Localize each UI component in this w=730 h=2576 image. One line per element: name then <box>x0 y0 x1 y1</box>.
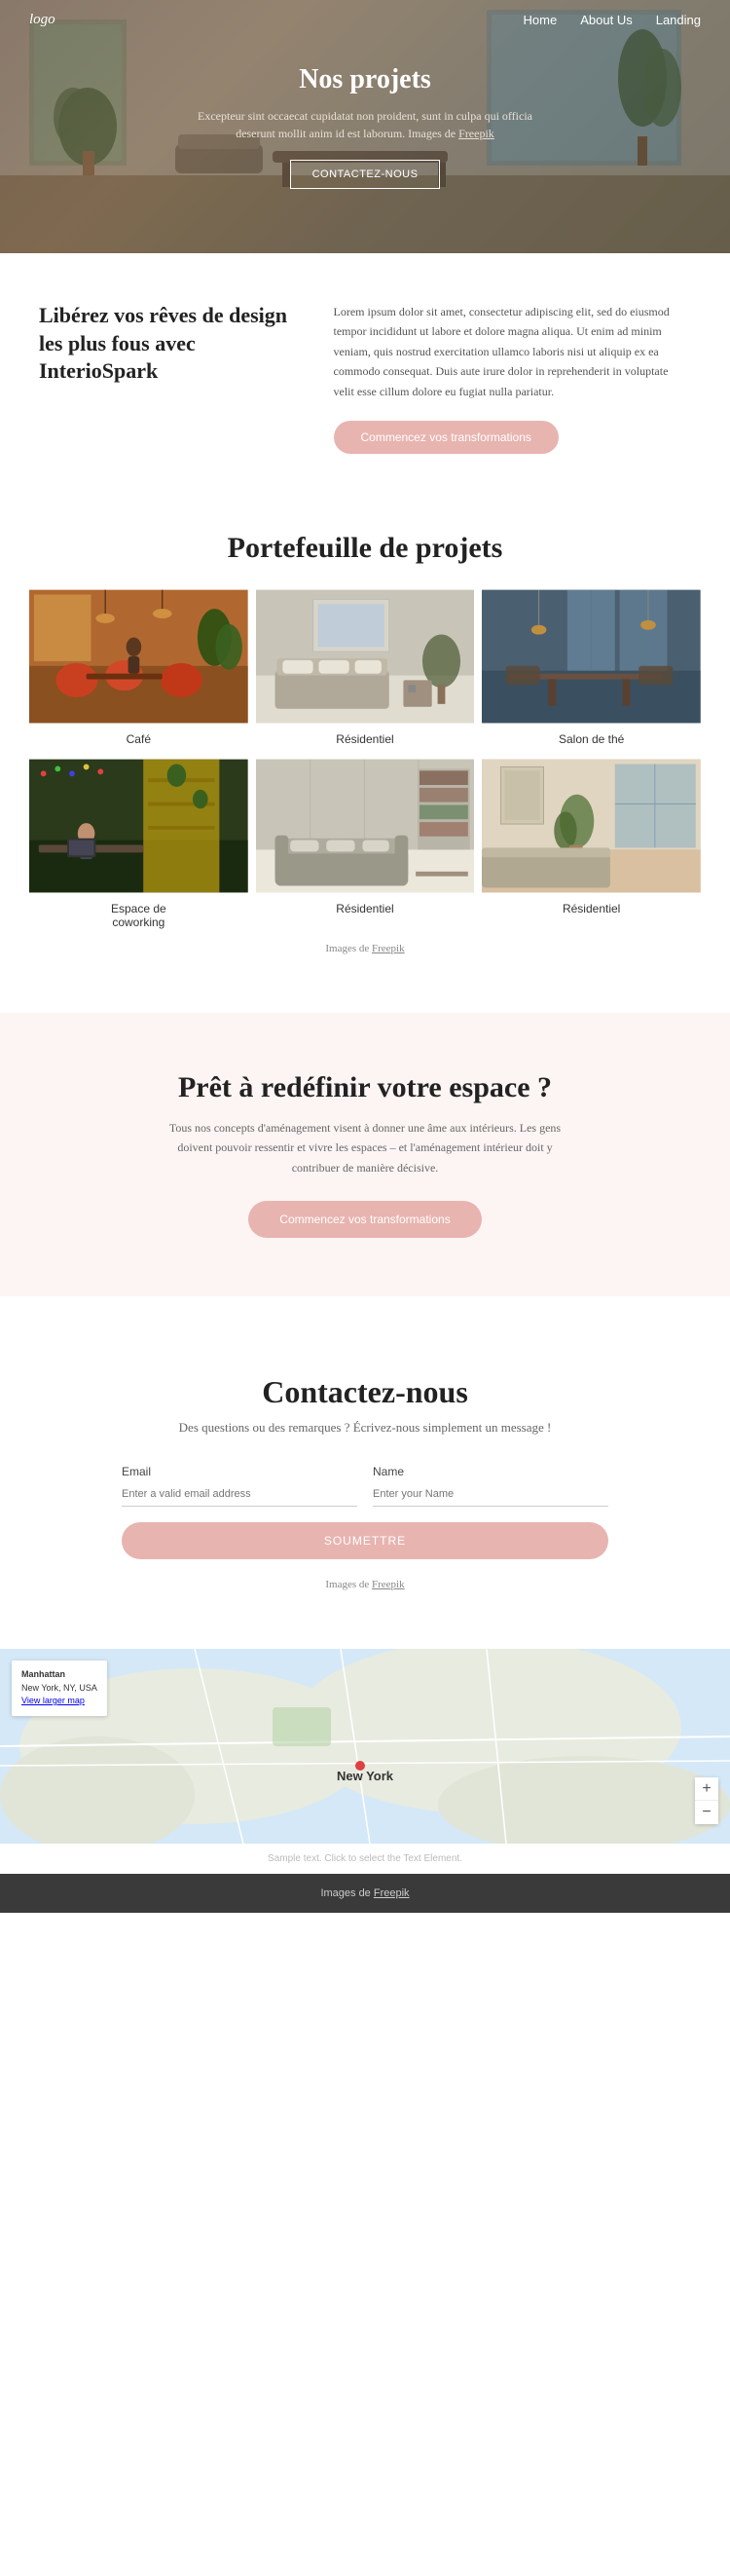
email-field-wrapper: Email <box>122 1465 357 1507</box>
hero-section: logo Home About Us Landing <box>0 0 730 253</box>
footer-sample-text[interactable]: Sample text. Click to select the Text El… <box>0 1844 730 1874</box>
portfolio-label-residential1: Résidentiel <box>256 725 475 750</box>
name-label: Name <box>373 1465 608 1478</box>
about-heading-block: Libérez vos rêves de design les plus fou… <box>39 302 295 386</box>
portfolio-label-coworking: Espace decoworking <box>29 894 248 933</box>
map-address: New York, NY, USA <box>21 1683 97 1693</box>
portfolio-item-residential3[interactable]: Résidentiel <box>482 758 701 933</box>
contact-title: Contactez-nous <box>39 1374 691 1410</box>
submit-button[interactable]: SOUMETTRE <box>122 1522 608 1559</box>
hero-freepik-link[interactable]: Freepik <box>458 127 494 140</box>
nav-about[interactable]: About Us <box>580 13 632 27</box>
portfolio-item-cafe[interactable]: Café <box>29 588 248 750</box>
logo: logo <box>29 12 55 28</box>
map-zoom-in[interactable]: + <box>695 1777 718 1801</box>
ready-cta-button[interactable]: Commencez vos transformations <box>248 1201 481 1238</box>
portfolio-label-salon: Salon de thé <box>482 725 701 750</box>
residential3-image <box>482 758 701 894</box>
nav-landing[interactable]: Landing <box>656 13 701 27</box>
about-body-block: Lorem ipsum dolor sit amet, consectetur … <box>334 302 692 454</box>
portfolio-credit: Images de Freepik <box>29 943 701 954</box>
email-label: Email <box>122 1465 357 1478</box>
portfolio-label-cafe: Café <box>29 725 248 750</box>
portfolio-label-residential3: Résidentiel <box>482 894 701 919</box>
map-zoom-controls: + − <box>695 1777 718 1824</box>
footer-freepik-link[interactable]: Freepik <box>374 1887 410 1899</box>
hero-title: Nos projets <box>180 64 550 95</box>
contact-form: Email Name SOUMETTRE <box>122 1465 608 1559</box>
name-field-wrapper: Name <box>373 1465 608 1507</box>
about-body: Lorem ipsum dolor sit amet, consectetur … <box>334 302 692 401</box>
portfolio-freepik-link[interactable]: Freepik <box>372 943 405 954</box>
portfolio-title: Portefeuille de projets <box>29 532 701 565</box>
ready-title: Prêt à redéfinir votre espace ? <box>39 1071 691 1104</box>
nav-links: Home About Us Landing <box>524 13 701 27</box>
nav-home[interactable]: Home <box>524 13 558 27</box>
portfolio-grid: Café <box>29 588 701 933</box>
email-input[interactable] <box>122 1482 357 1507</box>
map-section: New York Manhattan New York, NY, USA Vie… <box>0 1649 730 1844</box>
about-cta-button[interactable]: Commencez vos transformations <box>334 421 559 454</box>
portfolio-label-residential2: Résidentiel <box>256 894 475 919</box>
hero-content: Nos projets Excepteur sint occaecat cupi… <box>141 64 589 189</box>
hero-description: Excepteur sint occaecat cupidatat non pr… <box>180 107 550 142</box>
map-info-box: Manhattan New York, NY, USA View larger … <box>12 1661 107 1716</box>
residential1-image <box>256 588 475 725</box>
cafe-image <box>29 588 248 725</box>
form-row-1: Email Name <box>122 1465 608 1507</box>
portfolio-item-residential2[interactable]: Résidentiel <box>256 758 475 933</box>
svg-text:New York: New York <box>337 1769 394 1783</box>
contact-section: Contactez-nous Des questions ou des rema… <box>0 1316 730 1649</box>
salon-image <box>482 588 701 725</box>
footer: Images de Freepik <box>0 1874 730 1913</box>
ready-section: Prêt à redéfinir votre espace ? Tous nos… <box>0 1013 730 1296</box>
contact-subtitle: Des questions ou des remarques ? Écrivez… <box>39 1420 691 1436</box>
portfolio-item-residential1[interactable]: Résidentiel <box>256 588 475 750</box>
portfolio-item-salon[interactable]: Salon de thé <box>482 588 701 750</box>
map-location-name: Manhattan <box>21 1669 65 1679</box>
portfolio-section: Portefeuille de projets <box>0 493 730 993</box>
portfolio-item-coworking[interactable]: Espace decoworking <box>29 758 248 933</box>
residential2-image <box>256 758 475 894</box>
name-input[interactable] <box>373 1482 608 1507</box>
footer-credit: Images de Freepik <box>320 1887 409 1899</box>
footer-sample-label: Sample text. Click to select the Text El… <box>268 1853 462 1864</box>
about-section: Libérez vos rêves de design les plus fou… <box>0 253 730 493</box>
map-view-larger[interactable]: View larger map <box>21 1696 85 1705</box>
map-zoom-out[interactable]: − <box>695 1801 718 1824</box>
coworking-image <box>29 758 248 894</box>
ready-description: Tous nos concepts d'aménagement visent à… <box>161 1118 569 1177</box>
hero-cta-button[interactable]: CONTACTEZ-NOUS <box>290 160 441 189</box>
contact-freepik-link[interactable]: Freepik <box>372 1579 405 1590</box>
navigation: logo Home About Us Landing <box>0 0 730 40</box>
about-heading: Libérez vos rêves de design les plus fou… <box>39 302 295 386</box>
contact-credit: Images de Freepik <box>39 1579 691 1590</box>
